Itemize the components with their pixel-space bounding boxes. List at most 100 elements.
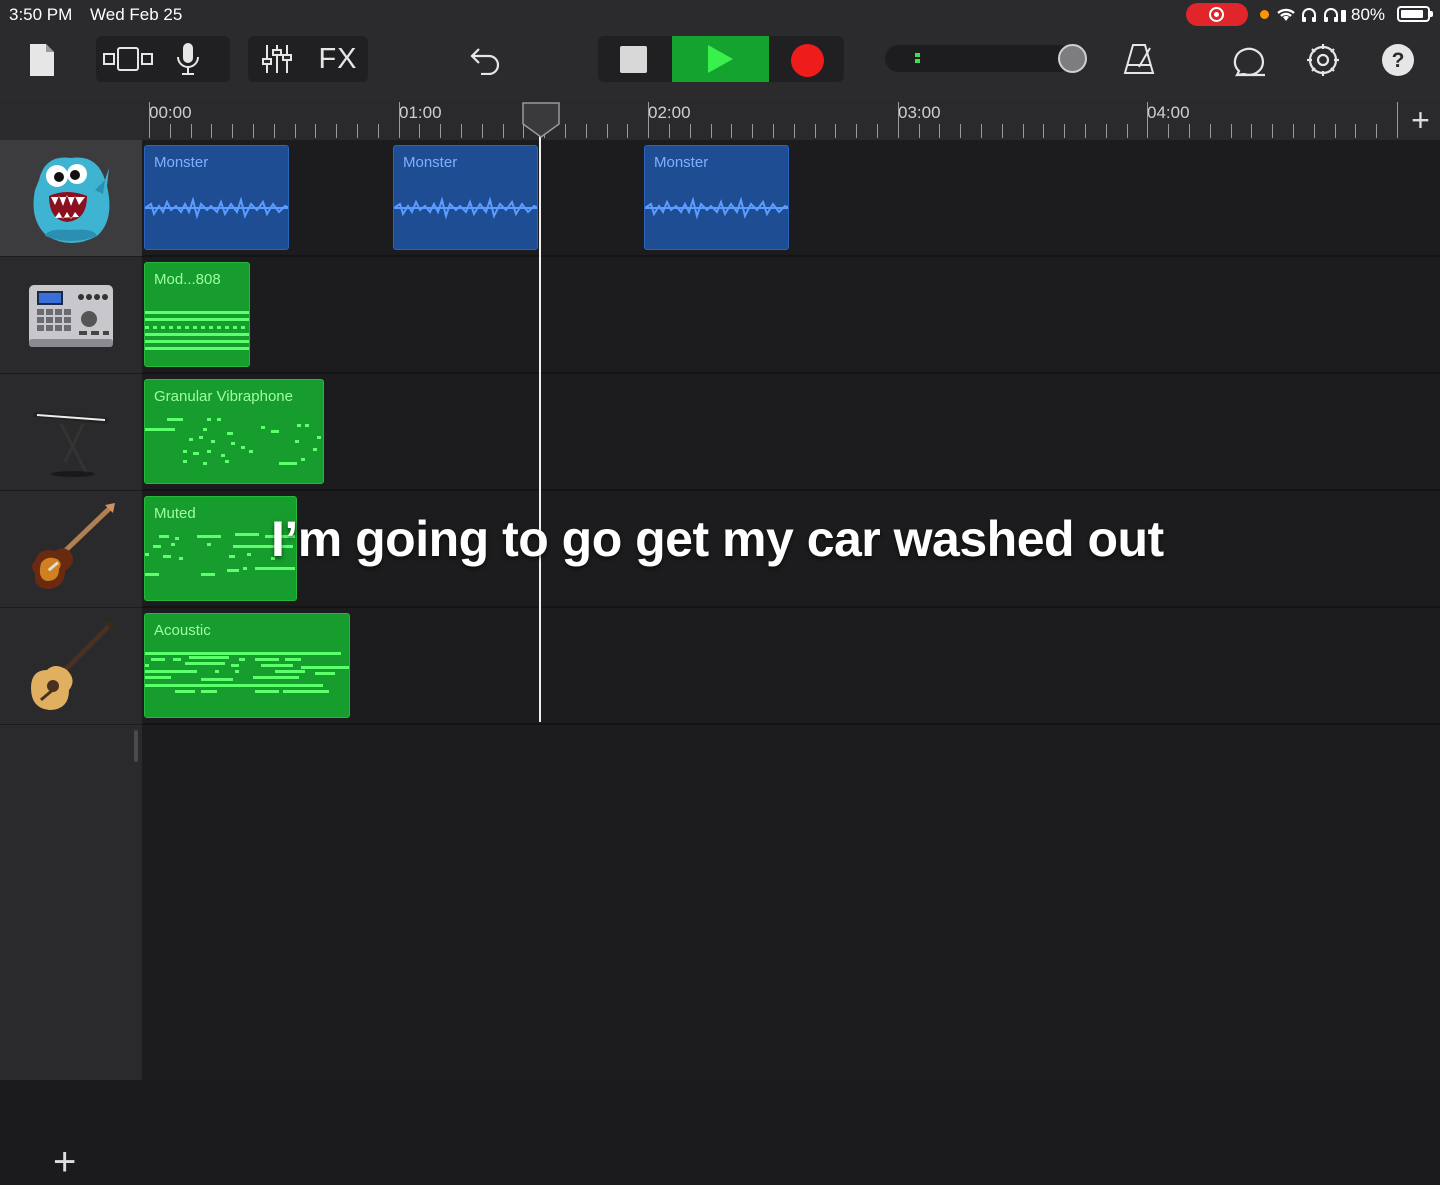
ruler-tick bbox=[731, 124, 733, 138]
status-bar: 3:50 PM Wed Feb 25 80% bbox=[0, 0, 1440, 28]
midi-notes bbox=[145, 418, 321, 465]
svg-text:?: ? bbox=[1392, 49, 1405, 72]
track-header-acoustic-guitar[interactable] bbox=[0, 608, 142, 725]
ruler-tick bbox=[1334, 124, 1336, 138]
status-date: Wed Feb 25 bbox=[90, 5, 183, 24]
ruler-label: 03:00 bbox=[898, 103, 941, 122]
midi-region[interactable]: Mod...808 bbox=[144, 262, 250, 367]
my-songs-button[interactable] bbox=[26, 40, 58, 80]
track-header-drum-machine[interactable] bbox=[0, 257, 142, 374]
add-section-button[interactable]: + bbox=[1401, 100, 1440, 140]
undo-button[interactable] bbox=[466, 42, 504, 78]
view-group bbox=[96, 36, 230, 82]
ruler-tick bbox=[398, 102, 400, 138]
ruler-tick bbox=[585, 124, 587, 138]
track-header-keyboard[interactable] bbox=[0, 374, 142, 491]
metronome-icon bbox=[1123, 44, 1155, 74]
ruler-tick bbox=[1293, 124, 1294, 138]
add-track-button[interactable]: + bbox=[53, 1140, 76, 1185]
settings-icon bbox=[1307, 44, 1339, 76]
track-header-electric-guitar[interactable] bbox=[0, 491, 142, 608]
fx-button[interactable]: FX bbox=[314, 41, 362, 77]
screen-recording-indicator[interactable] bbox=[1186, 3, 1248, 26]
track-row-drum-machine[interactable]: Mod...808 bbox=[142, 257, 1440, 374]
battery-icon bbox=[1397, 6, 1433, 22]
stop-button[interactable] bbox=[606, 44, 660, 74]
audio-region[interactable]: Monster bbox=[644, 145, 789, 250]
ruler-tick bbox=[1064, 124, 1066, 138]
waveform bbox=[394, 196, 537, 220]
ruler-tick bbox=[773, 124, 774, 138]
ruler-tick bbox=[232, 124, 234, 138]
headphones-icon bbox=[1302, 8, 1316, 22]
status-time: 3:50 PM bbox=[9, 5, 73, 24]
ruler-tick bbox=[814, 124, 816, 138]
mixer-button[interactable] bbox=[256, 41, 298, 77]
play-button[interactable] bbox=[672, 36, 769, 82]
ruler-tick bbox=[1001, 124, 1003, 138]
keyboard-icon bbox=[33, 412, 109, 477]
ruler-tick bbox=[440, 124, 442, 138]
track-row-acoustic-guitar[interactable]: Acoustic bbox=[142, 608, 1440, 725]
settings-button[interactable] bbox=[1303, 40, 1343, 80]
caption-text: I’m going to go get my car washed out bbox=[271, 511, 1164, 567]
ruler-tick bbox=[1105, 124, 1107, 138]
track-header-top bbox=[0, 100, 142, 140]
loop-browser-icon bbox=[1233, 47, 1265, 77]
midi-notes bbox=[145, 311, 249, 350]
master-volume-knob[interactable] bbox=[1058, 44, 1087, 73]
master-volume-slider[interactable] bbox=[885, 45, 1073, 72]
ruler-tick bbox=[336, 124, 338, 138]
track-header-monster[interactable] bbox=[0, 140, 142, 257]
ruler-tick bbox=[1043, 124, 1045, 138]
playhead-handle[interactable] bbox=[522, 102, 560, 138]
loop-browser-button[interactable] bbox=[1230, 40, 1270, 80]
ruler-tick bbox=[793, 124, 795, 138]
midi-region[interactable]: Acoustic bbox=[144, 613, 350, 718]
midi-region[interactable]: Granular Vibraphone bbox=[144, 379, 324, 484]
ruler-tick bbox=[1272, 124, 1274, 138]
ruler-tick bbox=[648, 102, 650, 138]
ruler-tick bbox=[606, 124, 608, 138]
record-button[interactable] bbox=[780, 42, 834, 78]
ruler-tick bbox=[897, 102, 899, 138]
my-songs-icon bbox=[30, 44, 54, 76]
ruler-label: 02:00 bbox=[648, 103, 691, 122]
ruler-tick bbox=[710, 124, 712, 138]
browser-icon bbox=[103, 47, 153, 71]
ruler-tick bbox=[1313, 124, 1315, 138]
level-meter bbox=[915, 53, 920, 57]
tracks-area[interactable]: Monster Monster Monster Mod...808 Granul… bbox=[142, 118, 1440, 1080]
drum-machine-icon bbox=[29, 285, 113, 347]
track-row-keyboard[interactable]: Granular Vibraphone bbox=[142, 374, 1440, 491]
timeline-ruler[interactable]: 00:00 01:00 02:00 03:00 04:00 bbox=[142, 100, 1440, 140]
audio-region[interactable]: Monster bbox=[144, 145, 289, 250]
playhead-line bbox=[539, 118, 541, 722]
ruler-tick bbox=[481, 124, 483, 138]
microphone-button[interactable] bbox=[166, 40, 210, 78]
track-row-monster[interactable]: Monster Monster Monster bbox=[142, 140, 1440, 257]
resize-handle[interactable] bbox=[134, 730, 138, 762]
audio-region[interactable]: Monster bbox=[393, 145, 538, 250]
wifi-icon bbox=[1277, 8, 1295, 21]
electric-guitar-icon bbox=[32, 503, 115, 589]
ruler-tick bbox=[565, 124, 566, 138]
ruler-tick bbox=[835, 124, 837, 138]
undo-icon bbox=[470, 48, 500, 75]
ruler-tick bbox=[1126, 124, 1128, 138]
ruler-tick bbox=[918, 124, 920, 138]
stop-icon bbox=[619, 45, 647, 73]
track-headers: + bbox=[0, 140, 142, 1184]
help-button[interactable]: ? bbox=[1378, 40, 1418, 80]
browser-button[interactable] bbox=[100, 42, 156, 76]
ruler-tick bbox=[1189, 124, 1190, 138]
audio-route-icon bbox=[1324, 8, 1346, 22]
metronome-button[interactable] bbox=[1120, 40, 1158, 78]
ruler-label: 00:00 bbox=[149, 103, 192, 122]
ruler-tick bbox=[752, 124, 754, 138]
ruler-tick bbox=[1168, 124, 1170, 138]
ruler-tick bbox=[357, 124, 358, 138]
ruler-tick bbox=[294, 124, 296, 138]
ruler-tick bbox=[877, 124, 878, 138]
ruler-tick bbox=[377, 124, 379, 138]
